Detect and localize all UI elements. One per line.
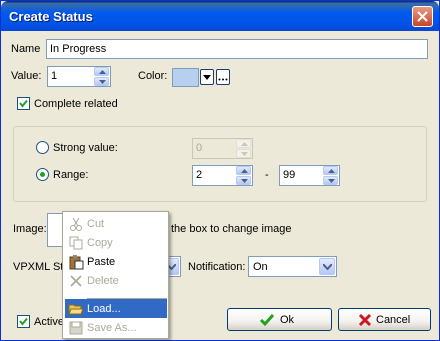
notification-label: Notification:	[188, 261, 246, 273]
strong-value-radio[interactable]	[36, 141, 49, 154]
cancel-x-icon	[358, 313, 372, 327]
color-label: Color:	[138, 70, 168, 82]
menu-item-paste[interactable]: Paste	[65, 252, 167, 271]
image-label: Image:	[13, 223, 47, 235]
window-title: Create Status	[9, 9, 93, 24]
arrow-up-icon	[241, 169, 248, 173]
menu-item-copy[interactable]: Copy	[65, 233, 167, 252]
range-label: Range:	[53, 169, 89, 181]
range-separator: -	[265, 169, 269, 181]
value-spin-up[interactable]	[94, 67, 109, 76]
menu-item-save-as-label: Save As...	[87, 322, 137, 334]
copy-icon	[69, 236, 83, 250]
image-hint: the box to change image	[171, 223, 292, 235]
complete-related-label: Complete related	[34, 98, 118, 110]
notification-dropdown-button[interactable]	[319, 258, 335, 275]
strong-value-label: Strong value:	[53, 142, 118, 154]
scissors-icon	[70, 217, 82, 231]
ok-label: Ok	[280, 314, 295, 326]
save-icon	[69, 321, 83, 335]
arrow-down-icon	[241, 179, 248, 183]
range-to-spin-down[interactable]	[323, 176, 338, 185]
ok-button[interactable]: Ok	[227, 308, 332, 331]
chevron-down-icon	[323, 264, 332, 270]
color-swatch[interactable]	[172, 68, 199, 87]
name-input[interactable]: In Progress	[46, 39, 428, 59]
paste-icon	[69, 255, 84, 270]
color-dropdown-button[interactable]	[200, 69, 214, 85]
vpxml-label: VPXML St	[13, 261, 64, 273]
strong-spin-down[interactable]	[236, 149, 251, 158]
checkmark-icon	[259, 314, 275, 327]
menu-item-load[interactable]: Load...	[65, 299, 167, 318]
checkmark-icon	[19, 99, 28, 108]
notification-combo[interactable]: On	[248, 256, 337, 277]
active-checkbox[interactable]	[17, 315, 30, 328]
close-button[interactable]	[412, 6, 433, 27]
close-icon	[417, 11, 428, 22]
range-from-spin-down[interactable]	[236, 176, 251, 185]
menu-item-delete-label: Delete	[87, 275, 119, 287]
menu-item-delete[interactable]: Delete	[65, 271, 167, 290]
menu-item-paste-label: Paste	[87, 256, 116, 268]
arrow-down-icon	[241, 152, 248, 156]
delete-icon	[70, 275, 82, 287]
cancel-label: Cancel	[376, 314, 411, 326]
value-label: Value:	[11, 70, 42, 82]
menu-item-save-as[interactable]: Save As...	[65, 318, 167, 337]
ellipsis-icon	[218, 78, 228, 81]
arrow-down-icon	[99, 80, 106, 84]
name-label: Name	[11, 43, 41, 55]
cancel-button[interactable]: Cancel	[338, 308, 431, 331]
checkmark-icon	[19, 317, 28, 326]
complete-related-checkbox[interactable]	[17, 97, 30, 110]
arrow-down-icon	[328, 179, 335, 183]
menu-item-load-label: Load...	[87, 303, 121, 315]
menu-item-cut-label: Cut	[87, 218, 105, 230]
create-status-dialog: Create Status Name In Progress Value: 1 …	[0, 0, 440, 341]
title-bar[interactable]: Create Status	[1, 1, 439, 31]
chevron-down-icon	[203, 75, 211, 80]
image-context-menu: Cut Copy Paste Delete Load... Save As...	[62, 211, 169, 339]
arrow-up-icon	[241, 142, 248, 146]
folder-open-icon	[68, 304, 84, 315]
range-from-spin-up[interactable]	[236, 166, 251, 175]
strong-spin-up[interactable]	[236, 139, 251, 148]
arrow-up-icon	[328, 169, 335, 173]
active-label: Active	[34, 316, 64, 328]
arrow-up-icon	[99, 70, 106, 74]
range-radio[interactable]	[36, 168, 49, 181]
menu-item-copy-label: Copy	[87, 237, 113, 249]
menu-item-cut[interactable]: Cut	[65, 214, 167, 233]
range-to-spin-up[interactable]	[323, 166, 338, 175]
notification-value: On	[253, 261, 268, 273]
value-spin-down[interactable]	[94, 77, 109, 86]
color-picker-button[interactable]	[216, 69, 230, 85]
